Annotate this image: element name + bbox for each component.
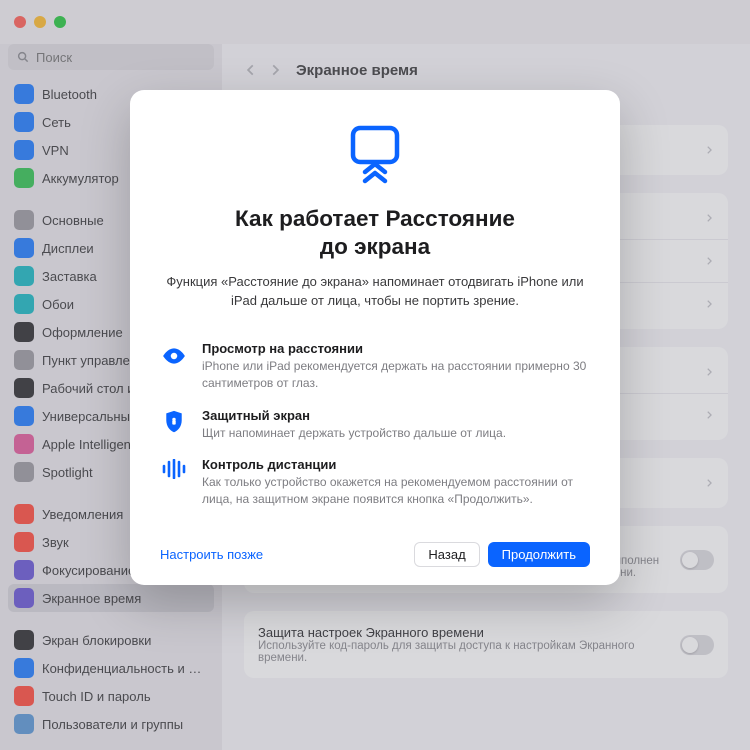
feature-title: Просмотр на расстоянии bbox=[202, 341, 590, 356]
feature-title: Защитный экран bbox=[202, 408, 506, 423]
continue-button[interactable]: Продолжить bbox=[488, 542, 590, 567]
modal-scrim: Как работает Расстояние до экрана Функци… bbox=[0, 0, 750, 750]
waveform-icon bbox=[160, 459, 188, 508]
feature-desc: Щит напоминает держать устройство дальше… bbox=[202, 425, 506, 442]
modal-lead: Функция «Расстояние до экрана» напоминае… bbox=[165, 273, 585, 311]
back-button[interactable]: Назад bbox=[414, 542, 479, 567]
eye-icon bbox=[160, 343, 188, 392]
feature-distance-control: Контроль дистанции Как только устройство… bbox=[160, 449, 590, 516]
modal-title: Как работает Расстояние до экрана bbox=[235, 205, 515, 261]
setup-later-link[interactable]: Настроить позже bbox=[160, 547, 263, 562]
feature-title: Контроль дистанции bbox=[202, 457, 590, 472]
shield-icon bbox=[160, 410, 188, 442]
feature-desc: iPhone или iPad рекомендуется держать на… bbox=[202, 358, 590, 392]
screen-distance-modal: Как работает Расстояние до экрана Функци… bbox=[130, 90, 620, 585]
screen-distance-icon bbox=[343, 124, 407, 187]
feature-shield: Защитный экран Щит напоминает держать ус… bbox=[160, 400, 590, 450]
feature-desc: Как только устройство окажется на рекоме… bbox=[202, 474, 590, 508]
feature-view-distance: Просмотр на расстоянии iPhone или iPad р… bbox=[160, 333, 590, 400]
